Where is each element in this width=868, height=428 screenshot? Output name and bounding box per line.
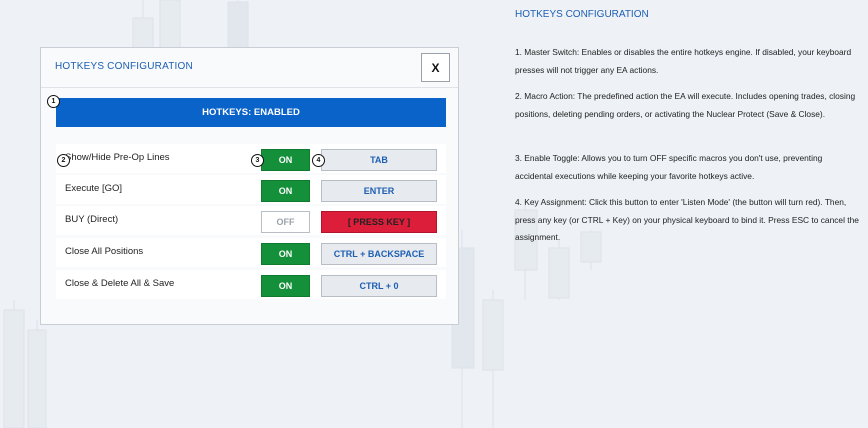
divider bbox=[41, 87, 458, 88]
macro-label: BUY (Direct) bbox=[65, 214, 119, 225]
enable-toggle[interactable]: OFF bbox=[261, 211, 310, 233]
master-switch-button[interactable]: HOTKEYS: ENABLED bbox=[56, 98, 446, 127]
help-title: HOTKEYS CONFIGURATION bbox=[515, 9, 649, 20]
callout-marker-2: 2 bbox=[57, 154, 70, 167]
macro-label: Close All Positions bbox=[65, 246, 144, 257]
hotkey-row: Execute [GO] ON ENTER bbox=[56, 175, 446, 204]
help-item-macro-action: 2. Macro Action: The predefined action t… bbox=[515, 91, 856, 119]
macro-label: Show/Hide Pre-Op Lines bbox=[65, 152, 170, 163]
help-item-enable-toggle: 3. Enable Toggle: Allows you to turn OFF… bbox=[515, 153, 823, 181]
enable-toggle[interactable]: ON bbox=[261, 243, 310, 265]
callout-marker-4: 4 bbox=[312, 154, 325, 167]
enable-toggle[interactable]: ON bbox=[261, 275, 310, 297]
hotkeys-dialog: HOTKEYS CONFIGURATION X HOTKEYS: ENABLED… bbox=[40, 47, 459, 325]
hotkey-row: Close & Delete All & Save ON CTRL + 0 bbox=[56, 270, 446, 299]
key-assign-button[interactable]: TAB bbox=[321, 149, 437, 171]
key-assign-button[interactable]: CTRL + 0 bbox=[321, 275, 437, 297]
hotkey-row: Close All Positions ON CTRL + BACKSPACE bbox=[56, 238, 446, 267]
key-assign-button[interactable]: CTRL + BACKSPACE bbox=[321, 243, 437, 265]
enable-toggle[interactable]: ON bbox=[261, 149, 310, 171]
key-assign-button[interactable]: [ PRESS KEY ] bbox=[321, 211, 437, 233]
enable-toggle[interactable]: ON bbox=[261, 180, 310, 202]
hotkey-row: BUY (Direct) OFF [ PRESS KEY ] bbox=[56, 206, 446, 235]
close-button[interactable]: X bbox=[421, 53, 450, 82]
macro-label: Execute [GO] bbox=[65, 183, 123, 194]
callout-marker-3: 3 bbox=[251, 154, 264, 167]
dialog-title: HOTKEYS CONFIGURATION bbox=[55, 61, 193, 72]
help-item-master-switch: 1. Master Switch: Enables or disables th… bbox=[515, 47, 852, 75]
macro-label: Close & Delete All & Save bbox=[65, 278, 175, 289]
key-assign-button[interactable]: ENTER bbox=[321, 180, 437, 202]
callout-marker-1: 1 bbox=[47, 95, 60, 108]
help-item-key-assignment: 4. Key Assignment: Click this button to … bbox=[515, 197, 859, 242]
